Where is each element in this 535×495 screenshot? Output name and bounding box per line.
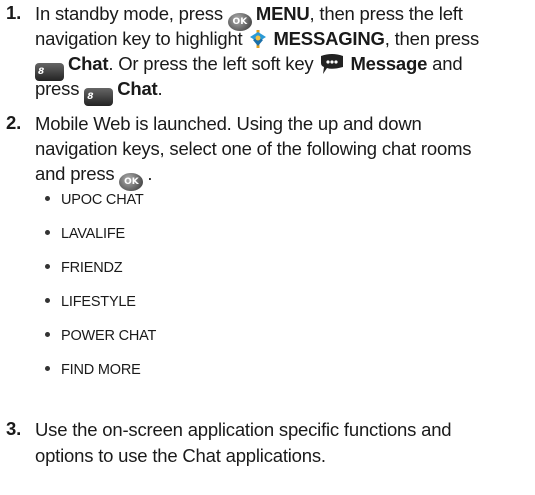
bullet-icon [45,332,50,337]
bullet-icon [45,298,50,303]
bullet-icon [45,230,50,235]
step-3-line-2: options to use the Chat applications. [35,444,326,468]
step-text: navigation keys, select one of the follo… [35,138,472,159]
messaging-icon [247,28,269,50]
list-item: FRIENDZ [45,258,123,278]
chat-label: Chat [68,53,109,74]
step-number: 3. [6,418,22,439]
step-1-line-1: In standby mode, press OK MENU, then pres… [35,2,463,31]
step-number: 2. [6,112,22,133]
step-text: press [35,78,80,99]
step-text: . Or press the left soft key [108,53,314,74]
chat-room-name: LIFESTYLE [61,294,136,310]
step-2-line-1: Mobile Web is launched. Using the up and… [35,112,422,136]
chat-key-icon: 8 [84,88,114,106]
instructions-page: 1. In standby mode, press OK MENU, then p… [0,0,535,495]
step-1-line-3: 8 Chat. Or press the left soft key Messag… [35,52,463,81]
messaging-label: MESSAGING [273,28,385,49]
chat-label: Chat [117,78,158,99]
step-text: Use the on-screen application specific f… [35,419,452,440]
step-text: and [427,53,463,74]
step-number: 1. [6,2,22,23]
step-3-line-1: Use the on-screen application specific f… [35,418,452,442]
step-text: Mobile Web is launched. Using the up and… [35,113,422,134]
message-softkey-icon [318,53,346,75]
message-label: Message [350,53,428,74]
chat-room-name: FRIENDZ [61,260,123,276]
list-item: POWER CHAT [45,326,156,346]
list-item: FIND MORE [45,360,141,380]
list-item: LAVALIFE [45,224,125,244]
step-2-line-2: navigation keys, select one of the follo… [35,137,472,161]
chat-room-name: UPOC CHAT [61,192,144,208]
step-1-line-2: navigation key to highlight MESSAGING, t… [35,27,479,51]
step-text: . [157,78,163,99]
step-text: , then press the left [309,3,463,24]
list-item: LIFESTYLE [45,292,136,312]
step-text: options to use the Chat applications. [35,445,326,466]
menu-label: MENU [255,3,310,24]
chat-room-name: FIND MORE [61,362,141,378]
step-2-line-3: and press OK. [35,162,153,191]
step-text: navigation key to highlight [35,28,243,49]
step-text: . [147,163,153,184]
chat-room-name: LAVALIFE [61,226,125,242]
bullet-icon [45,264,50,269]
step-text: , then press [384,28,479,49]
bullet-icon [45,366,50,371]
step-1-line-4: press 8 Chat. [35,77,163,106]
ok-key-icon: OK [119,173,144,191]
step-text: and press [35,163,115,184]
step-text: In standby mode, press [35,3,223,24]
chat-room-name: POWER CHAT [61,328,157,344]
bullet-icon [45,196,50,201]
list-item: UPOC CHAT [45,190,144,210]
